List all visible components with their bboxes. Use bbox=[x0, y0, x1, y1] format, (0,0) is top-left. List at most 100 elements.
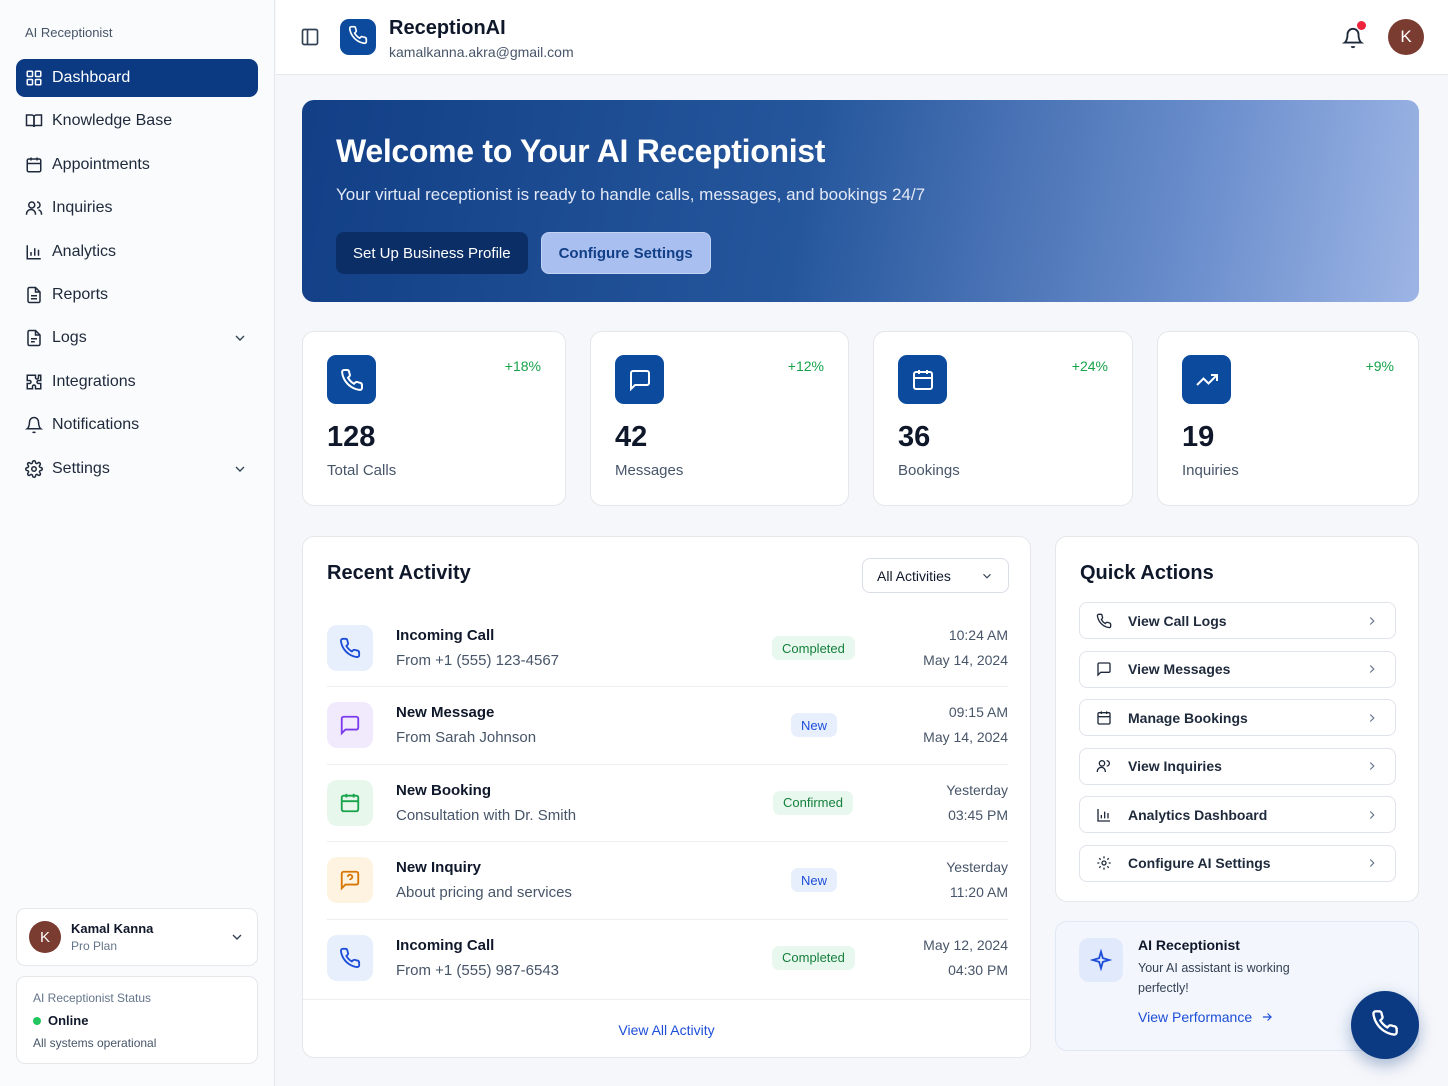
sidebar-item-label: Dashboard bbox=[52, 69, 131, 86]
activity-row[interactable]: Incoming Call From +1 (555) 123-4567 Com… bbox=[327, 610, 1008, 688]
sidebar-item-label: Integrations bbox=[52, 372, 136, 390]
link-label: View Performance bbox=[1138, 1009, 1253, 1025]
sidebar-item-label: Settings bbox=[52, 459, 110, 477]
user-icon bbox=[1096, 758, 1112, 774]
sidebar-toggle-icon[interactable] bbox=[300, 27, 320, 47]
ai-card-text: Your AI assistant is working perfectly! bbox=[1138, 961, 1290, 995]
activity-subtitle: From +1 (555) 123-4567 bbox=[396, 652, 560, 669]
sidebar: AI Receptionist Dashboard Knowledge Base… bbox=[0, 0, 275, 1086]
chevron-down-icon[interactable] bbox=[229, 929, 245, 945]
quick-action-view-call-logs[interactable]: View Call Logs bbox=[1079, 602, 1396, 639]
phone-icon bbox=[348, 25, 368, 50]
calendar-icon bbox=[327, 779, 373, 826]
sidebar-item-inquiries[interactable]: Inquiries bbox=[16, 189, 258, 227]
activity-row[interactable]: Incoming Call From +1 (555) 987-6543 Com… bbox=[327, 920, 1008, 997]
activity-subtitle: From Sarah Johnson bbox=[396, 729, 537, 747]
activity-date: 11:20 AM bbox=[949, 884, 1008, 901]
bell-icon bbox=[25, 416, 43, 434]
setup-business-profile-button[interactable]: Set Up Business Profile bbox=[336, 232, 528, 274]
sidebar-item-knowledge-base[interactable]: Knowledge Base bbox=[16, 102, 258, 140]
chevron-down-icon bbox=[980, 569, 994, 583]
sidebar-item-analytics[interactable]: Analytics bbox=[16, 233, 258, 271]
quick-action-configure-ai-settings[interactable]: Configure AI Settings bbox=[1079, 844, 1396, 882]
account-email: kamalkanna.akra@gmail.com bbox=[389, 44, 574, 60]
avatar[interactable]: K bbox=[1388, 19, 1424, 55]
activity-time: 10:24 AM bbox=[948, 627, 1008, 643]
stat-label: Messages bbox=[615, 462, 684, 479]
file-icon bbox=[25, 329, 43, 347]
activity-title: Incoming Call bbox=[396, 627, 495, 644]
phone-icon bbox=[1096, 613, 1112, 629]
activity-title: Incoming Call bbox=[396, 936, 495, 954]
calendar-icon bbox=[898, 355, 947, 404]
user-menu[interactable]: K Kamal Kanna Pro Plan bbox=[16, 908, 258, 966]
message-icon bbox=[1096, 661, 1112, 677]
status-badge: New bbox=[791, 868, 838, 893]
activity-row[interactable]: New Booking Consultation with Dr. Smith … bbox=[327, 765, 1008, 843]
quick-action-analytics-dashboard[interactable]: Analytics Dashboard bbox=[1079, 796, 1396, 834]
stat-card-inquiries: +9% 19 Inquiries bbox=[1157, 331, 1419, 506]
trending-up-icon bbox=[1182, 355, 1231, 404]
configure-settings-button[interactable]: Configure Settings bbox=[540, 232, 711, 274]
stat-value: 36 bbox=[898, 421, 931, 453]
call-fab-button[interactable] bbox=[1351, 991, 1419, 1059]
section-title: Quick Actions bbox=[1080, 562, 1214, 584]
quick-action-view-messages[interactable]: View Messages bbox=[1079, 650, 1396, 688]
view-performance-link[interactable]: View Performance bbox=[1138, 1009, 1274, 1025]
avatar: K bbox=[29, 921, 61, 953]
activity-date: May 14, 2024 bbox=[923, 652, 1008, 668]
sidebar-item-settings[interactable]: Settings bbox=[16, 450, 258, 488]
sidebar-item-label: Appointments bbox=[52, 155, 150, 173]
stat-value: 128 bbox=[327, 421, 376, 453]
activity-subtitle: Consultation with Dr. Smith bbox=[396, 806, 577, 824]
notification-dot bbox=[1357, 21, 1366, 30]
quick-action-view-inquiries[interactable]: View Inquiries bbox=[1079, 747, 1396, 785]
quick-action-label: View Messages bbox=[1128, 661, 1231, 678]
activity-row[interactable]: New Inquiry About pricing and services N… bbox=[327, 842, 1008, 920]
activity-filter-select[interactable]: All Activities bbox=[862, 558, 1009, 593]
quick-actions-card: Quick Actions View Call Logs View Messag… bbox=[1055, 536, 1419, 902]
phone-icon bbox=[327, 355, 376, 404]
chevron-down-icon[interactable] bbox=[232, 461, 248, 477]
welcome-subtitle: Your virtual receptionist is ready to ha… bbox=[336, 185, 926, 204]
stat-card-calls: +18% 128 Total Calls bbox=[302, 331, 566, 506]
sidebar-item-integrations[interactable]: Integrations bbox=[16, 363, 258, 401]
activity-subtitle: About pricing and services bbox=[396, 884, 572, 902]
activity-row[interactable]: New Message From Sarah Johnson New 09:15… bbox=[327, 687, 1008, 765]
sidebar-item-logs[interactable]: Logs bbox=[16, 319, 258, 357]
chevron-right-icon bbox=[1365, 856, 1379, 870]
chevron-down-icon[interactable] bbox=[232, 330, 248, 346]
phone-icon bbox=[1371, 1009, 1399, 1042]
status-state: Online bbox=[48, 1013, 89, 1028]
bell-icon[interactable] bbox=[1341, 27, 1365, 49]
activity-title: New Inquiry bbox=[396, 859, 482, 877]
gear-icon bbox=[1096, 855, 1112, 871]
quick-action-label: Manage Bookings bbox=[1128, 709, 1248, 726]
view-all-activity-link[interactable]: View All Activity bbox=[303, 999, 1030, 1059]
recent-activity-card: Recent Activity All Activities Incoming … bbox=[302, 536, 1031, 1058]
activity-time: Yesterday bbox=[946, 781, 1008, 798]
calendar-icon bbox=[25, 156, 43, 174]
activity-time: 04:30 PM bbox=[948, 961, 1008, 978]
sidebar-item-label: Analytics bbox=[52, 242, 117, 260]
activity-title: New Booking bbox=[396, 781, 492, 799]
user-name: Kamal Kanna bbox=[71, 921, 154, 936]
sidebar-nav: Dashboard Knowledge Base Appointments In… bbox=[16, 59, 258, 493]
ai-status-card: AI Receptionist Status Online All system… bbox=[16, 976, 258, 1064]
chevron-right-icon bbox=[1365, 662, 1379, 676]
quick-action-manage-bookings[interactable]: Manage Bookings bbox=[1079, 699, 1396, 737]
sidebar-title: AI Receptionist bbox=[25, 25, 113, 40]
quick-action-label: Configure AI Settings bbox=[1128, 855, 1271, 872]
activity-time: Yesterday bbox=[946, 859, 1008, 876]
sidebar-item-label: Logs bbox=[52, 329, 87, 347]
status-badge: Completed bbox=[772, 945, 855, 970]
file-text-icon bbox=[25, 286, 43, 304]
sidebar-item-notifications[interactable]: Notifications bbox=[16, 406, 258, 444]
sidebar-item-dashboard[interactable]: Dashboard bbox=[16, 59, 258, 97]
sidebar-item-appointments[interactable]: Appointments bbox=[16, 146, 258, 184]
stat-delta: +12% bbox=[787, 358, 824, 374]
status-detail: All systems operational bbox=[33, 1036, 157, 1050]
stat-label: Total Calls bbox=[327, 462, 397, 479]
sidebar-item-reports[interactable]: Reports bbox=[16, 276, 258, 314]
section-title: Recent Activity bbox=[327, 562, 471, 584]
